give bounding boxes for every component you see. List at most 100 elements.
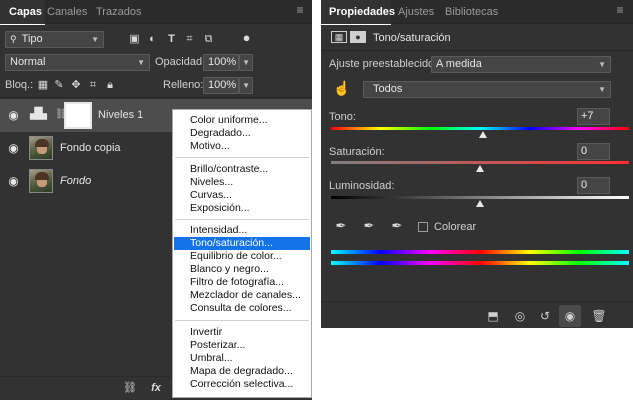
lock-move-icon[interactable]: ✥ xyxy=(70,79,82,92)
lock-artboard-icon[interactable]: ⌗ xyxy=(87,79,99,92)
chevron-down-icon: ▼ xyxy=(91,35,99,44)
saturation-value-input[interactable]: 0 xyxy=(577,143,610,160)
hue-value-input[interactable]: +7 xyxy=(577,108,610,125)
tab-bibliotecas[interactable]: Bibliotecas xyxy=(445,0,505,24)
hue-slider-thumb[interactable] xyxy=(478,131,487,138)
channel-select[interactable]: Todos ▼ xyxy=(363,81,611,98)
chevron-down-icon: ▼ xyxy=(598,85,606,94)
mask-icon[interactable]: ● xyxy=(350,31,366,43)
visibility-eye-icon[interactable]: ◉ xyxy=(7,142,20,155)
menu-item[interactable]: Posterizar... xyxy=(174,339,310,352)
tab-capas[interactable]: Capas xyxy=(0,0,45,25)
tab-propiedades[interactable]: Propiedades xyxy=(321,0,395,25)
eyedropper-plus-icon[interactable]: ✒ xyxy=(361,219,377,235)
visibility-eye-icon[interactable]: ◉ xyxy=(7,175,20,188)
filter-toggle-icon[interactable]: ● xyxy=(240,31,253,44)
targeted-adjustment-hand-icon[interactable]: ☝ xyxy=(333,81,350,98)
menu-item[interactable]: Blanco y negro... xyxy=(174,263,310,276)
fill-label: Relleno: xyxy=(163,79,204,91)
saturation-slider-thumb[interactable] xyxy=(476,165,484,172)
panel-menu-icon[interactable]: ≡ xyxy=(293,4,307,16)
chevron-down-icon: ▼ xyxy=(137,58,145,67)
blend-mode-select[interactable]: Normal ▼ xyxy=(5,54,150,71)
menu-item[interactable]: Curvas... xyxy=(174,189,310,202)
adjustment-layer-menu: Color uniforme... Degradado... Motivo...… xyxy=(172,109,312,398)
opacity-label: Opacidad: xyxy=(155,56,206,68)
layer-thumbnail xyxy=(29,136,53,160)
lock-transparent-icon[interactable]: ▦ xyxy=(37,79,49,92)
colorize-checkbox[interactable] xyxy=(418,222,428,232)
menu-item[interactable]: Umbral... xyxy=(174,352,310,365)
chevron-down-icon: ▼ xyxy=(242,81,250,90)
opacity-dropdown-button[interactable]: ▼ xyxy=(239,54,253,71)
layer-filter-label: Tipo xyxy=(21,33,43,45)
menu-item[interactable]: Color uniforme... xyxy=(174,114,310,127)
reset-icon[interactable]: ↺ xyxy=(537,308,553,324)
lock-brush-icon[interactable]: ✎ xyxy=(53,79,65,92)
saturation-slider-track[interactable] xyxy=(331,161,629,164)
menu-item[interactable]: Equilibrio de color... xyxy=(174,250,310,263)
layer-mask-thumbnail[interactable] xyxy=(64,102,92,129)
fill-input[interactable]: 100% xyxy=(203,77,239,94)
clip-to-layer-icon[interactable]: ⬒ xyxy=(485,308,501,324)
panel-menu-icon[interactable]: ≡ xyxy=(613,4,627,16)
preset-label: Ajuste preestablecido: xyxy=(329,58,438,70)
filter-shape-icon[interactable]: ⌗ xyxy=(183,33,196,46)
filter-pixel-icon[interactable]: ▣ xyxy=(128,33,141,46)
blend-mode-value: Normal xyxy=(10,56,46,68)
hue-slider-track[interactable] xyxy=(331,127,629,130)
layers-tabbar: Capas Canales Trazados ≡ xyxy=(0,0,312,25)
link-icon[interactable]: ⛓ xyxy=(123,382,137,395)
opacity-input[interactable]: 100% xyxy=(203,54,239,71)
menu-item[interactable]: Filtro de fotografía... xyxy=(174,276,310,289)
chevron-down-icon: ▼ xyxy=(242,58,250,67)
lightness-value-input[interactable]: 0 xyxy=(577,177,610,194)
tab-ajustes[interactable]: Ajustes xyxy=(398,0,438,24)
properties-footer: ⬒ ◎ ↺ ◉ 🗑︎ xyxy=(321,301,633,328)
fill-dropdown-button[interactable]: ▼ xyxy=(239,77,253,94)
tab-canales[interactable]: Canales xyxy=(47,0,92,24)
menu-item[interactable]: Degradado... xyxy=(174,127,310,140)
visibility-eye-icon[interactable]: ◉ xyxy=(7,109,20,122)
lightness-slider-thumb[interactable] xyxy=(476,200,484,207)
menu-item[interactable]: Invertir xyxy=(174,326,310,339)
menu-item[interactable]: Motivo... xyxy=(174,140,310,153)
hue-label: Tono: xyxy=(329,111,356,123)
filter-smart-object-icon[interactable]: ⧉ xyxy=(202,33,215,46)
lock-label: Bloq.: xyxy=(5,79,34,91)
menu-item[interactable]: Niveles... xyxy=(174,176,310,189)
menu-item[interactable]: Mapa de degradado... xyxy=(174,365,310,378)
menu-item[interactable]: Exposición... xyxy=(174,202,310,215)
filter-type-icon[interactable]: T xyxy=(165,33,178,46)
filter-adjustment-icon[interactable]: ◐ xyxy=(146,33,159,46)
hue-saturation-icon: ▦ xyxy=(331,31,347,43)
menu-item[interactable]: Intensidad... xyxy=(174,224,310,237)
fx-icon[interactable]: fx xyxy=(149,382,163,395)
menu-item[interactable]: Corrección selectiva... xyxy=(174,378,310,391)
preset-select[interactable]: A medida ▼ xyxy=(431,56,611,73)
layer-filter-select[interactable]: ⚲ Tipo ▼ xyxy=(5,31,104,48)
tab-trazados[interactable]: Trazados xyxy=(96,0,146,24)
layer-name[interactable]: Niveles 1 xyxy=(98,108,143,123)
visibility-eye-icon[interactable]: ◉ xyxy=(559,305,581,327)
layer-name[interactable]: Fondo copia xyxy=(60,141,121,156)
channel-value: Todos xyxy=(373,83,403,95)
levels-adjustment-icon: ▟▙ xyxy=(30,108,47,120)
view-previous-state-icon[interactable]: ◎ xyxy=(512,308,528,324)
eyedropper-icon[interactable]: ✒ xyxy=(333,219,349,235)
result-color-bar xyxy=(331,261,629,265)
lock-all-icon[interactable]: 🔒︎ xyxy=(104,79,116,92)
lightness-slider-track[interactable] xyxy=(331,196,629,199)
menu-item[interactable]: Consulta de colores... xyxy=(174,302,310,315)
menu-item-highlighted[interactable]: Tono/saturación... xyxy=(174,237,310,250)
layer-thumbnail xyxy=(29,169,53,193)
menu-item[interactable]: Mezclador de canales... xyxy=(174,289,310,302)
trash-icon[interactable]: 🗑︎ xyxy=(591,308,607,324)
menu-item[interactable]: Brillo/contraste... xyxy=(174,163,310,176)
lightness-label: Luminosidad: xyxy=(329,180,395,192)
eyedropper-minus-icon[interactable]: ✒ xyxy=(389,219,405,235)
layer-name[interactable]: Fondo xyxy=(60,174,91,189)
properties-title: Tono/saturación xyxy=(373,32,451,44)
link-icon[interactable]: ⛓ xyxy=(55,109,68,122)
divider xyxy=(321,50,633,51)
